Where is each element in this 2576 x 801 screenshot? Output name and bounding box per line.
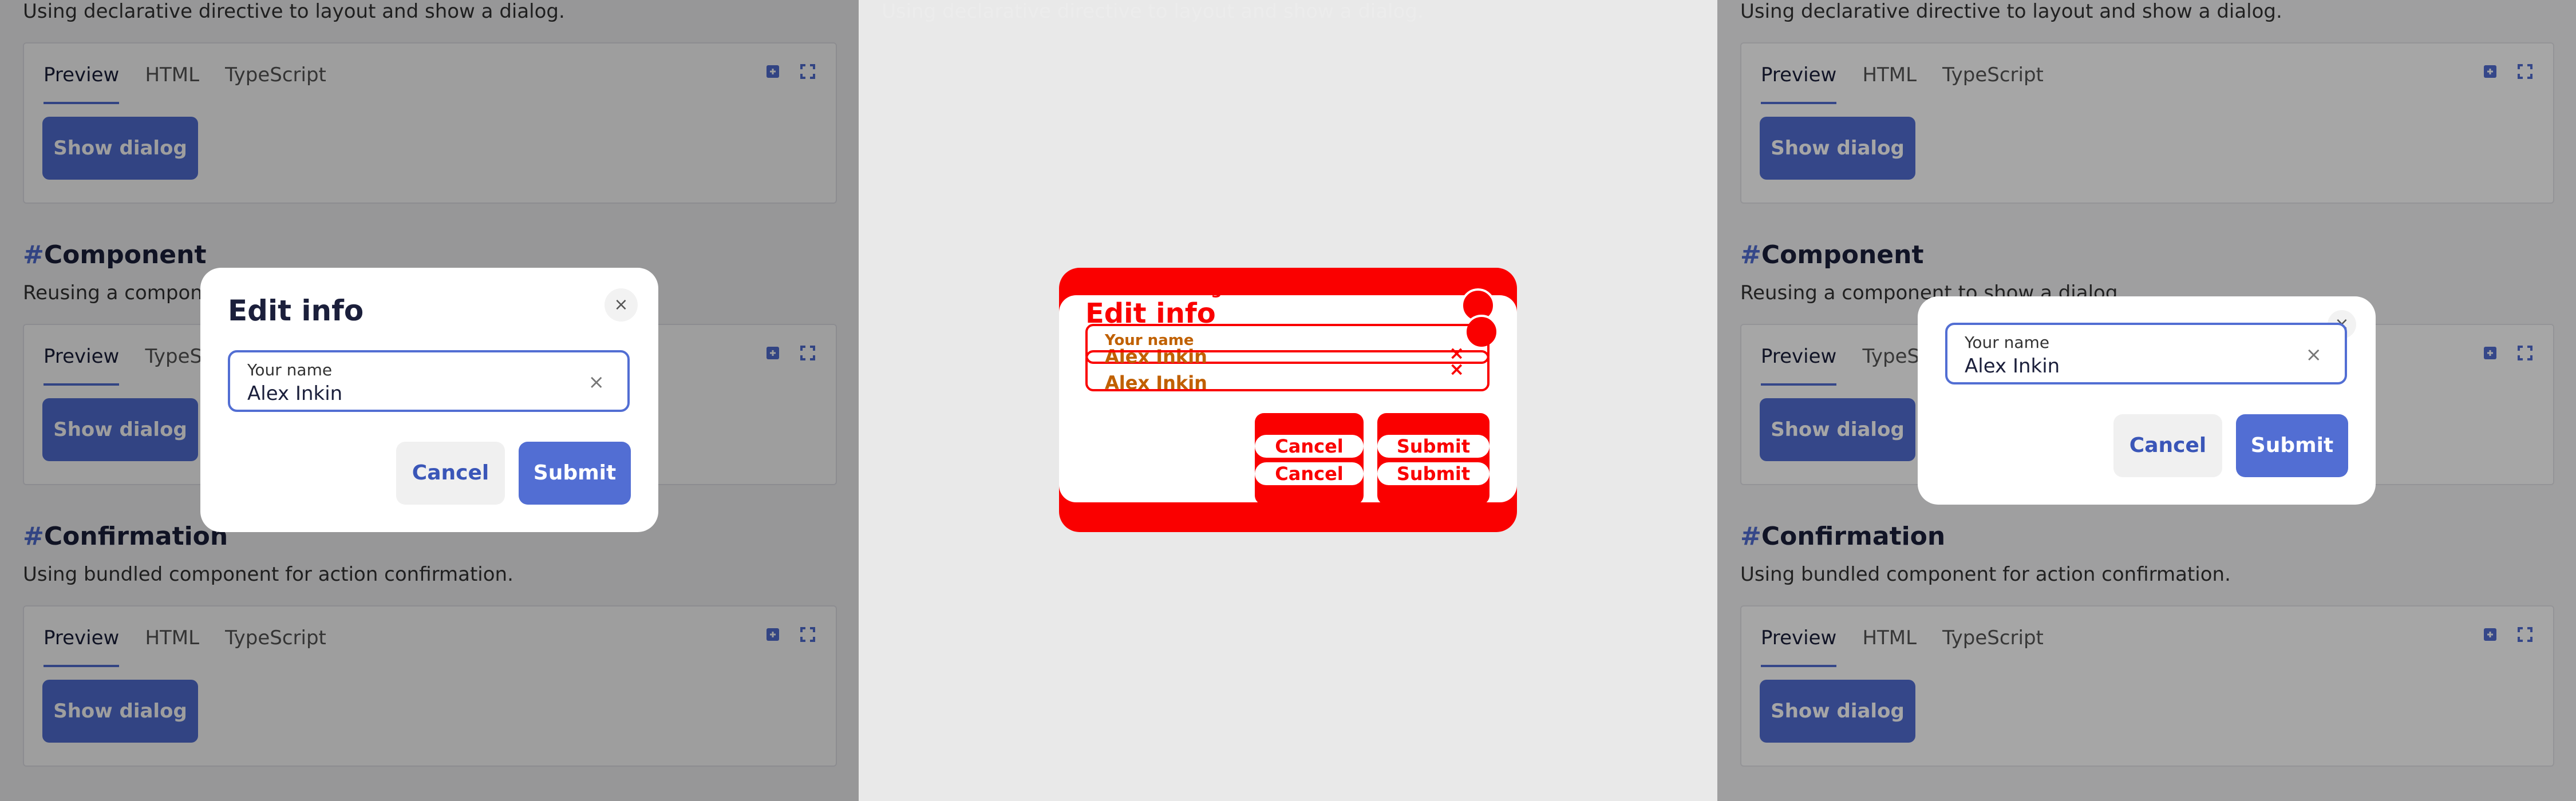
highlight-cancel-label: Cancel [1255, 435, 1364, 458]
highlight-overflow-text: t to show a dialog. [1060, 279, 1228, 298]
edit-info-dialog: × Your name Alex Inkin × Cancel Submit [1918, 296, 2376, 505]
name-field[interactable]: Your name Alex Inkin × [228, 350, 630, 412]
field-label: Your name [1965, 333, 2050, 352]
close-icon[interactable]: × [605, 288, 638, 322]
highlight-field-value: Alex Inkin [1105, 372, 1207, 394]
field-value[interactable]: Alex Inkin [1965, 355, 2060, 378]
highlight-dialog: t to show a dialog. Edit info Your name … [1059, 268, 1517, 532]
ghost-description: Using declarative directive to layout an… [882, 0, 1424, 23]
cancel-button[interactable]: Cancel [396, 442, 505, 505]
screenshot-panel-original: Using declarative directive to layout an… [0, 0, 859, 801]
highlight-submit-label-shifted: Submit [1377, 462, 1490, 485]
clear-icon[interactable]: × [588, 371, 605, 394]
highlight-clear-icon: × [1449, 358, 1464, 380]
dialog-title: Edit info [228, 294, 364, 327]
submit-button[interactable]: Submit [519, 442, 631, 505]
field-label: Your name [247, 360, 333, 379]
cancel-button[interactable]: Cancel [2113, 414, 2222, 477]
highlight-name-field-shifted: Alex Inkin × [1085, 350, 1490, 394]
highlight-cancel-button: Cancel Cancel [1255, 413, 1364, 505]
name-field[interactable]: Your name Alex Inkin × [1945, 323, 2347, 384]
screenshot-panel-highlight: Using declarative directive to layout an… [859, 0, 1717, 801]
clear-icon[interactable]: × [2306, 343, 2322, 366]
highlight-submit-button: Submit Submit [1377, 413, 1490, 505]
highlight-cancel-label-shifted: Cancel [1255, 462, 1364, 485]
submit-button[interactable]: Submit [2236, 414, 2348, 477]
screenshot-panel-result: Using declarative directive to layout an… [1717, 0, 2576, 801]
highlight-submit-label: Submit [1377, 435, 1490, 458]
field-value[interactable]: Alex Inkin [247, 382, 342, 405]
edit-info-dialog: Edit info × Your name Alex Inkin × Cance… [200, 268, 658, 532]
